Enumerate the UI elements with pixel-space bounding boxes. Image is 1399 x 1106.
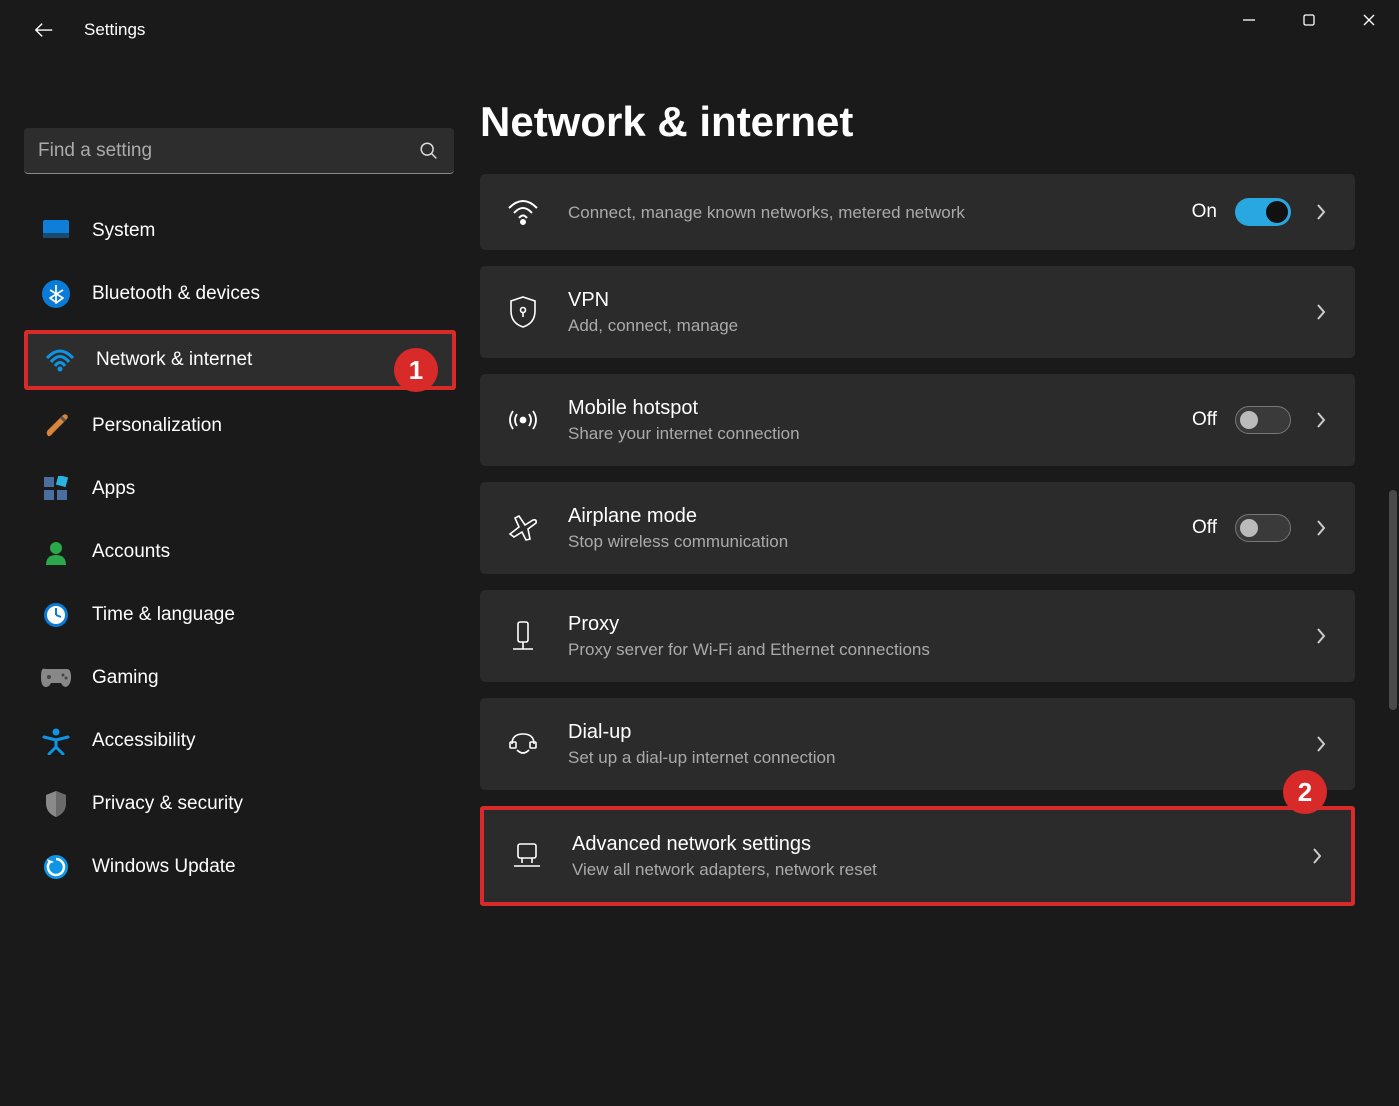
setting-title: Advanced network settings [572, 831, 1305, 857]
setting-airplane[interactable]: Airplane mode Stop wireless communicatio… [480, 482, 1355, 574]
shield-lock-icon [502, 295, 544, 329]
setting-title: Airplane mode [568, 503, 1192, 529]
sidebar-item-system[interactable]: System [24, 204, 456, 258]
gamepad-icon [40, 662, 72, 694]
chevron-right-icon [1309, 302, 1333, 322]
sidebar-item-bluetooth[interactable]: Bluetooth & devices [24, 267, 456, 321]
sidebar-item-gaming[interactable]: Gaming [24, 651, 456, 705]
sidebar-item-label: Accounts [92, 541, 170, 563]
apps-icon [40, 473, 72, 505]
maximize-button[interactable] [1279, 0, 1339, 40]
setting-desc: View all network adapters, network reset [572, 859, 1305, 882]
setting-desc: Add, connect, manage [568, 315, 1309, 338]
back-icon [33, 19, 55, 41]
hotspot-icon [502, 405, 544, 435]
close-button[interactable] [1339, 0, 1399, 40]
setting-proxy[interactable]: Proxy Proxy server for Wi-Fi and Etherne… [480, 590, 1355, 682]
sidebar-item-accounts[interactable]: Accounts [24, 525, 456, 579]
sidebar-item-network[interactable]: Network & internet [24, 330, 456, 390]
accessibility-icon [40, 725, 72, 757]
airplane-toggle[interactable] [1235, 514, 1291, 542]
sidebar-item-label: Bluetooth & devices [92, 283, 260, 305]
setting-vpn[interactable]: VPN Add, connect, manage [480, 266, 1355, 358]
clock-globe-icon [40, 599, 72, 631]
chevron-right-icon [1309, 202, 1333, 222]
main-panel: Network & internet Connect, manage known… [480, 60, 1399, 1106]
setting-desc: Share your internet connection [568, 423, 1192, 446]
sidebar-item-label: Personalization [92, 415, 222, 437]
hotspot-state-label: Off [1192, 409, 1217, 431]
setting-title: Dial-up [568, 719, 1309, 745]
close-icon [1362, 13, 1376, 27]
annotation-badge-1: 1 [394, 348, 438, 392]
sidebar-item-personalization[interactable]: Personalization [24, 399, 456, 453]
wifi-state-label: On [1192, 201, 1217, 223]
sidebar-item-label: Windows Update [92, 856, 236, 878]
sidebar-item-label: Time & language [92, 604, 235, 626]
airplane-icon [502, 513, 544, 543]
app-title: Settings [84, 20, 145, 40]
minimize-button[interactable] [1219, 0, 1279, 40]
setting-title: Proxy [568, 611, 1309, 637]
sidebar-item-label: Network & internet [96, 349, 252, 371]
sidebar-item-windows-update[interactable]: Windows Update [24, 840, 456, 894]
phone-icon [502, 730, 544, 758]
settings-list: Connect, manage known networks, metered … [480, 174, 1359, 906]
sidebar-item-accessibility[interactable]: Accessibility [24, 714, 456, 768]
search-box[interactable] [24, 128, 454, 174]
shield-icon [40, 788, 72, 820]
sidebar-item-label: System [92, 220, 155, 242]
sidebar: System Bluetooth & devices Network & int… [0, 60, 480, 1106]
search-icon [418, 140, 440, 162]
sidebar-item-label: Gaming [92, 667, 159, 689]
titlebar: Settings [0, 0, 1399, 60]
scrollbar[interactable] [1389, 490, 1397, 710]
search-input[interactable] [38, 140, 418, 162]
back-button[interactable] [24, 10, 64, 50]
setting-desc: Set up a dial-up internet connection [568, 747, 1309, 770]
sidebar-item-privacy-security[interactable]: Privacy & security [24, 777, 456, 831]
setting-advanced-network[interactable]: Advanced network settings View all netwo… [480, 806, 1355, 906]
sidebar-list: System Bluetooth & devices Network & int… [24, 204, 456, 894]
update-icon [40, 851, 72, 883]
setting-title: Mobile hotspot [568, 395, 1192, 421]
sidebar-item-label: Accessibility [92, 730, 195, 752]
setting-desc: Stop wireless communication [568, 531, 1192, 554]
airplane-state-label: Off [1192, 517, 1217, 539]
bluetooth-icon [40, 278, 72, 310]
adapter-icon [506, 841, 548, 871]
sidebar-item-label: Privacy & security [92, 793, 243, 815]
window-controls [1219, 0, 1399, 40]
setting-desc: Proxy server for Wi-Fi and Ethernet conn… [568, 639, 1309, 662]
minimize-icon [1242, 13, 1256, 27]
setting-desc: Connect, manage known networks, metered … [568, 202, 1192, 225]
sidebar-item-apps[interactable]: Apps [24, 462, 456, 516]
setting-wifi[interactable]: Connect, manage known networks, metered … [480, 174, 1355, 250]
sidebar-item-label: Apps [92, 478, 135, 500]
chevron-right-icon [1309, 410, 1333, 430]
chevron-right-icon [1309, 518, 1333, 538]
wifi-icon [502, 199, 544, 225]
wifi-toggle[interactable] [1235, 198, 1291, 226]
chevron-right-icon [1305, 846, 1329, 866]
setting-dialup[interactable]: Dial-up Set up a dial-up internet connec… [480, 698, 1355, 790]
setting-hotspot[interactable]: Mobile hotspot Share your internet conne… [480, 374, 1355, 466]
paint-brush-icon [40, 410, 72, 442]
wifi-icon [44, 344, 76, 376]
person-icon [40, 536, 72, 568]
annotation-badge-2: 2 [1283, 770, 1327, 814]
maximize-icon [1302, 13, 1316, 27]
page-title: Network & internet [480, 98, 1359, 146]
chevron-right-icon [1309, 734, 1333, 754]
sidebar-item-time-language[interactable]: Time & language [24, 588, 456, 642]
chevron-right-icon [1309, 626, 1333, 646]
hotspot-toggle[interactable] [1235, 406, 1291, 434]
setting-title: VPN [568, 287, 1309, 313]
monitor-icon [40, 215, 72, 247]
proxy-icon [502, 619, 544, 653]
